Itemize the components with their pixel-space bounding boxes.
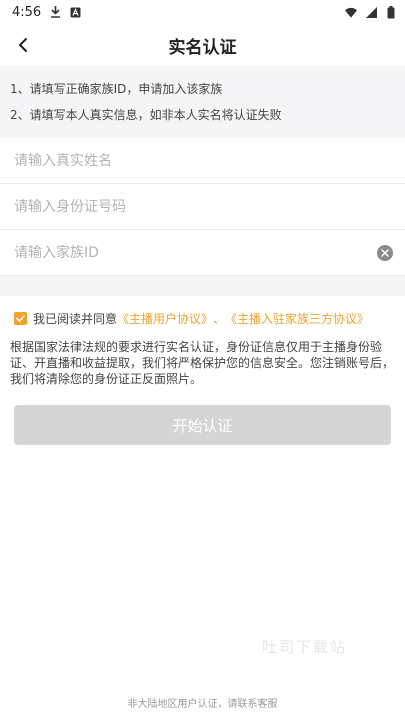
checkmark-icon [16, 315, 25, 322]
agreement-checkbox[interactable] [14, 312, 27, 325]
watermark: 吐司下载站 [262, 638, 348, 656]
agreement-separator: 、 [213, 312, 226, 326]
privacy-description: 根据国家法律法规的要求进行实名认证，身份证信息仅用于主播身份验证、开直播和收益提… [10, 340, 395, 386]
page-title: 实名认证 [168, 37, 237, 58]
family-id-field [0, 230, 405, 276]
name-field [0, 138, 405, 184]
signal-icon [365, 6, 377, 18]
id-card-field [0, 184, 405, 230]
family-id-input[interactable] [14, 244, 377, 261]
download-icon [49, 6, 61, 18]
status-bar: 4:56 [0, 0, 405, 24]
footer-contact-link[interactable]: 非大陆地区用户认证，请联系客服 [0, 695, 405, 710]
family-agreement-link[interactable]: 《主播入驻家族三方协议》 [225, 310, 369, 327]
status-time: 4:56 [12, 4, 42, 20]
close-icon [381, 248, 389, 257]
battery-icon [385, 5, 397, 18]
auth-form [0, 138, 405, 276]
status-left: 4:56 [12, 5, 81, 20]
agreement-row: 我已阅读并同意 《主播用户协议》 、 《主播入驻家族三方协议》 [0, 296, 405, 335]
back-button[interactable] [8, 30, 38, 60]
status-right [345, 5, 397, 18]
notice-line-2: 2、请填写本人真实信息，如非本人实名将认证失败 [10, 108, 282, 122]
name-input[interactable] [14, 152, 393, 169]
section-gap [0, 276, 405, 296]
wifi-icon [345, 6, 357, 18]
agreement-prefix: 我已阅读并同意 [33, 312, 118, 326]
user-agreement-link[interactable]: 《主播用户协议》 [117, 310, 213, 327]
nav-bar: 实名认证 [0, 24, 405, 66]
start-verification-button[interactable]: 开始认证 [14, 405, 391, 445]
notice-line-1: 1、请填写正确家族ID，申请加入该家族 [10, 82, 223, 96]
chevron-left-icon [19, 38, 27, 52]
notice-panel: 1、请填写正确家族ID，申请加入该家族 2、请填写本人真实信息，如非本人实名将认… [0, 66, 405, 138]
notification-a-icon [69, 6, 81, 18]
id-card-input[interactable] [14, 198, 393, 215]
clear-input-button[interactable] [377, 244, 393, 261]
